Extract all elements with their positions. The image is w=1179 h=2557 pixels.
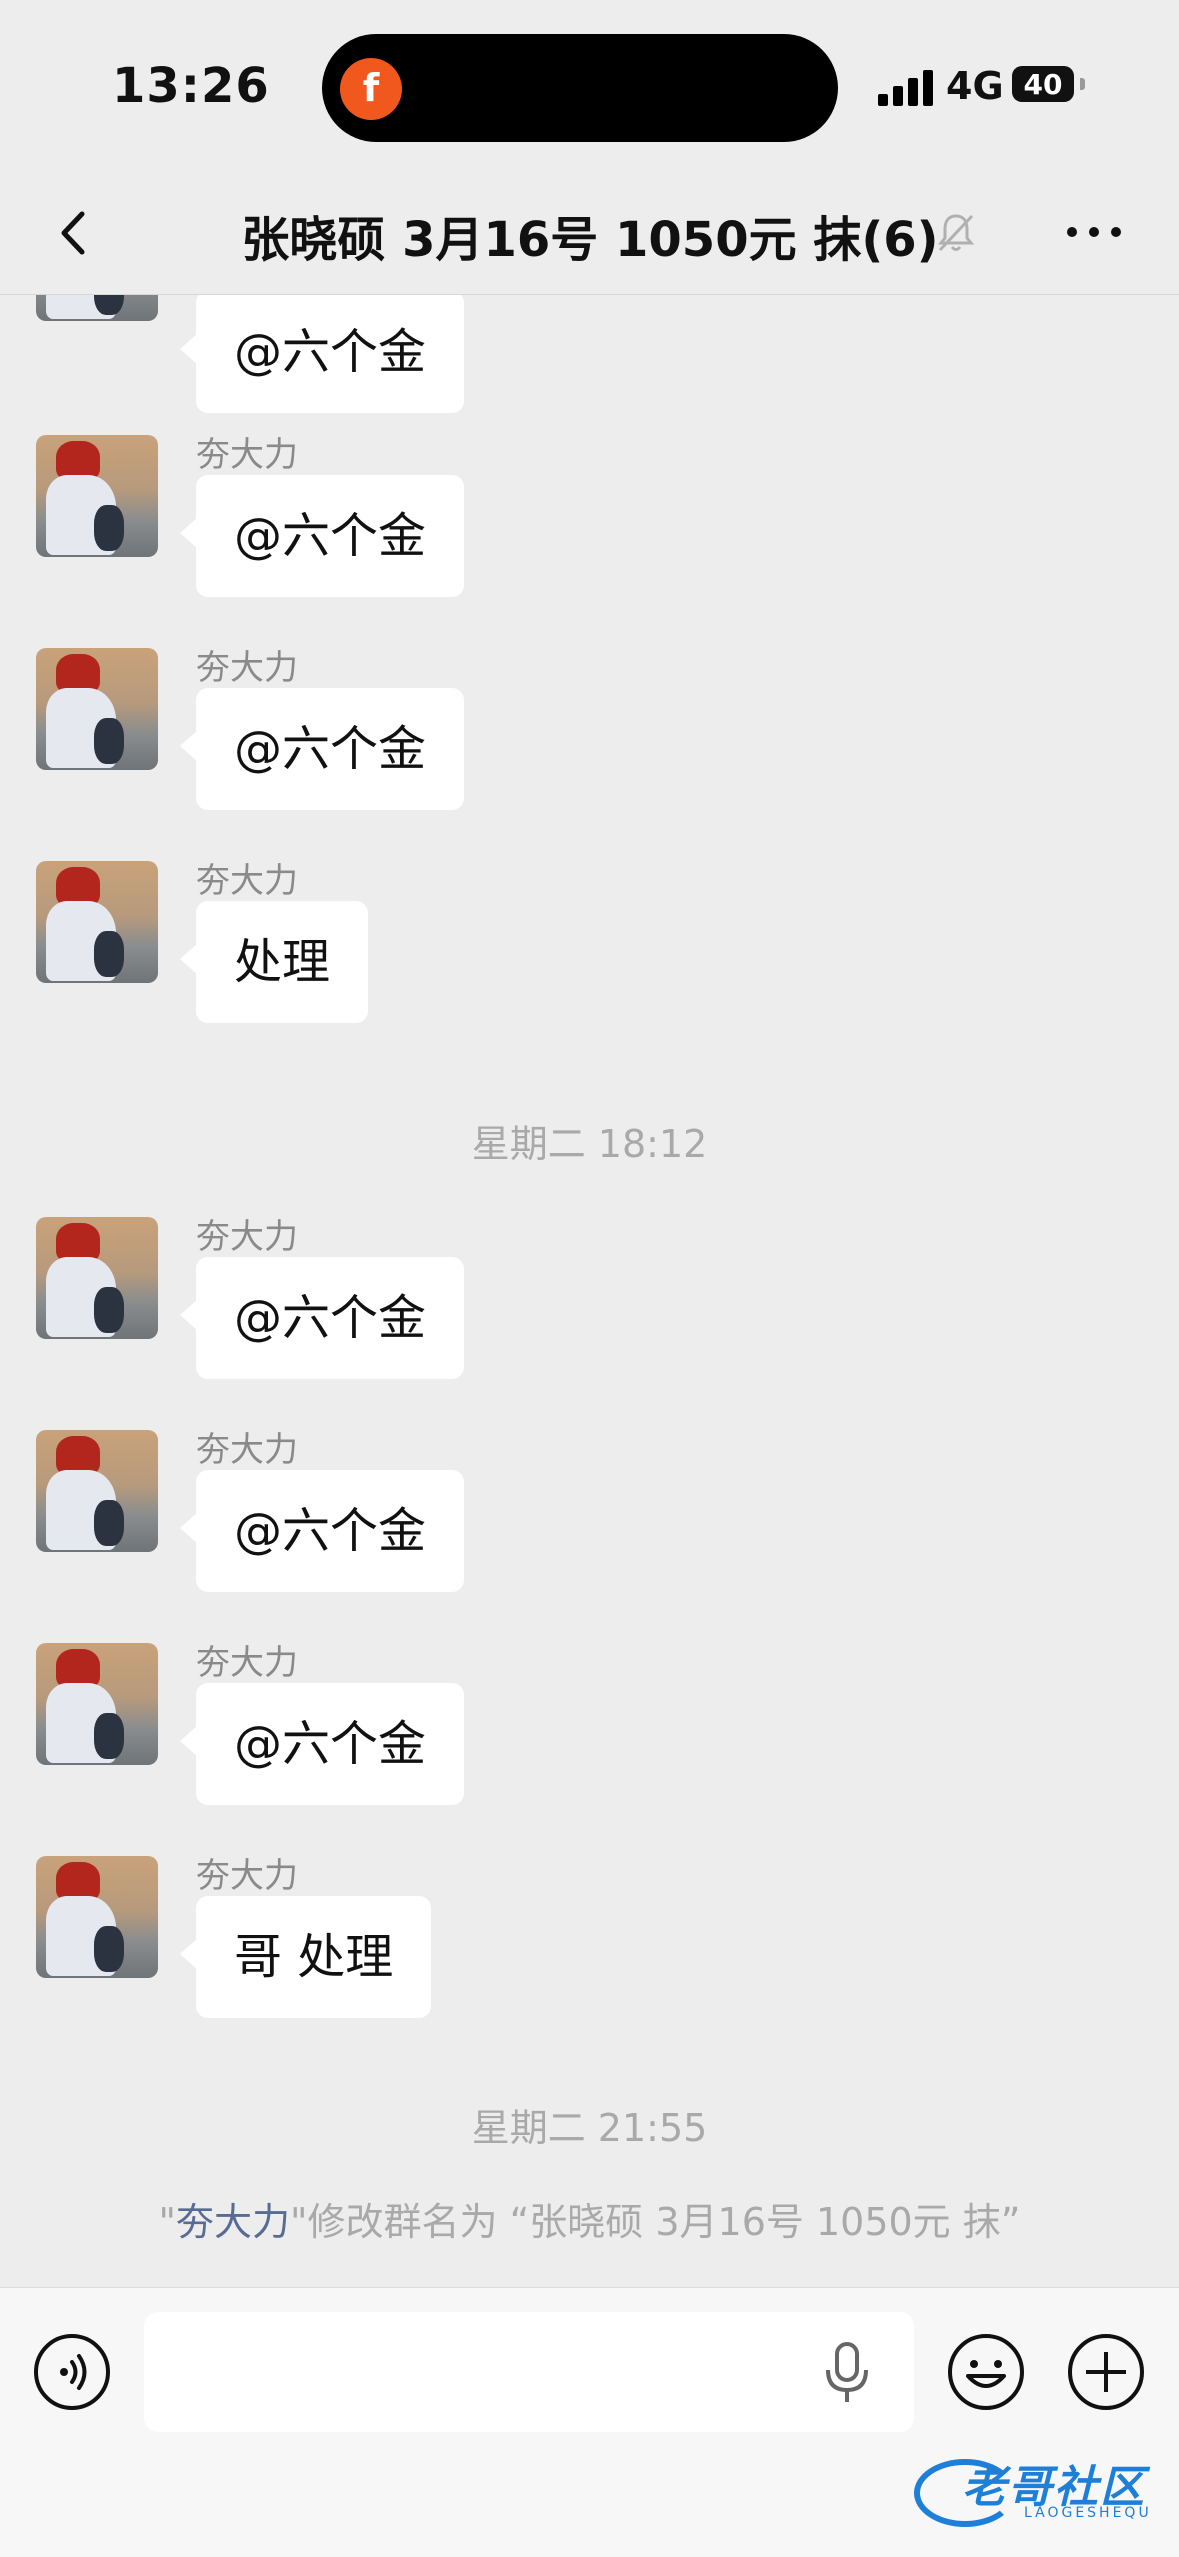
mute-bell-icon: [937, 214, 975, 252]
sender-avatar[interactable]: [36, 295, 158, 321]
app-activity-icon: f: [340, 58, 402, 120]
sender-avatar[interactable]: [36, 435, 158, 557]
message-bubble[interactable]: @六个金: [179, 295, 465, 413]
timestamp: 星期二 18:12: [471, 1122, 708, 1166]
sender-avatar[interactable]: [36, 1430, 158, 1552]
sender-avatar[interactable]: [36, 861, 158, 983]
message-input[interactable]: [144, 2312, 914, 2432]
sender-name: 夯大力: [196, 1430, 298, 1470]
more-options-icon[interactable]: [1064, 222, 1124, 242]
message-bubble[interactable]: @六个金: [179, 1257, 465, 1379]
network-type: 4G: [946, 64, 1004, 108]
voice-mode-icon[interactable]: [32, 2332, 112, 2412]
watermark-subtext: LAOGESHEQU: [1024, 2505, 1152, 2521]
sender-name: 夯大力: [196, 1856, 298, 1896]
emoji-icon[interactable]: [946, 2332, 1026, 2412]
input-toolbar: 老哥社区 LAOGESHEQU: [0, 2287, 1179, 2557]
sender-name: 夯大力: [196, 435, 298, 475]
status-time: 13:26: [112, 58, 270, 114]
battery-icon: 40: [1012, 66, 1074, 102]
sender-avatar[interactable]: [36, 1856, 158, 1978]
signal-icon: [878, 70, 936, 106]
back-arrow-icon[interactable]: [50, 208, 100, 258]
dynamic-island[interactable]: f: [322, 34, 838, 142]
status-bar: 13:26 f 4G 40: [0, 0, 1179, 170]
system-notice: "夯大力"修改群名为 “张晓硕 3月16号 1050元 抹”: [0, 2191, 1179, 2246]
sender-avatar[interactable]: [36, 648, 158, 770]
sender-avatar[interactable]: [36, 1217, 158, 1339]
sender-name: 夯大力: [196, 648, 298, 688]
sender-name: 夯大力: [196, 1643, 298, 1683]
quote-mark: ": [158, 2200, 177, 2244]
message-bubble[interactable]: 哥 处理: [179, 1896, 432, 2018]
battery-tip: [1080, 78, 1085, 90]
sender-avatar[interactable]: [36, 1643, 158, 1765]
message-bubble[interactable]: @六个金: [179, 1683, 465, 1805]
message-bubble[interactable]: @六个金: [179, 688, 465, 810]
timestamp: 星期二 21:55: [471, 2106, 708, 2150]
sender-name: 夯大力: [196, 1217, 298, 1257]
watermark-logo: 老哥社区 LAOGESHEQU: [914, 2447, 1164, 2527]
notice-text: "修改群名为 “张晓硕 3月16号 1050元 抹”: [290, 2200, 1021, 2244]
battery-level: 40: [1023, 68, 1063, 101]
sender-name: 夯大力: [196, 861, 298, 901]
plus-icon[interactable]: [1066, 2332, 1146, 2412]
message-list[interactable]: @六个金 夯大力 @六个金 夯大力 @六个金 夯大力 处理 星期二 18:12 …: [0, 295, 1179, 2287]
message-bubble[interactable]: @六个金: [179, 1470, 465, 1592]
message-bubble[interactable]: 处理: [179, 901, 369, 1023]
message-bubble[interactable]: @六个金: [179, 475, 465, 597]
chat-header: 张晓硕 3月16号 1050元 抹(6): [0, 170, 1179, 295]
chat-title: 张晓硕 3月16号 1050元 抹(6): [241, 212, 939, 268]
microphone-icon[interactable]: [822, 2342, 872, 2404]
member-name-link[interactable]: 夯大力: [176, 2200, 290, 2244]
